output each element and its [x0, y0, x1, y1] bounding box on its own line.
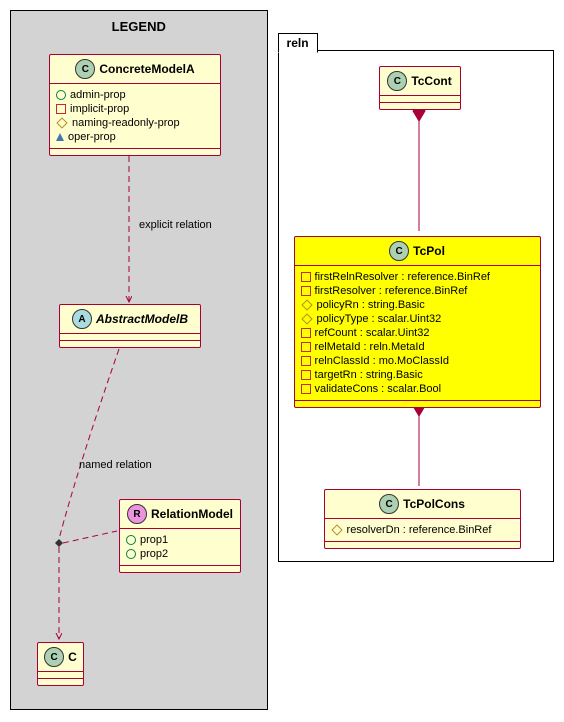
marker-square-icon	[301, 328, 311, 338]
marker-triangle-icon	[56, 133, 64, 141]
property-row: oper-prop	[56, 130, 214, 144]
property-text: implicit-prop	[70, 103, 129, 115]
property-text: oper-prop	[68, 131, 116, 143]
relation-label-named: named relation	[79, 459, 152, 471]
relation-label-explicit: explicit relation	[139, 219, 212, 231]
property-row: relnClassId : mo.MoClassId	[301, 354, 534, 368]
class-name: TcPolCons	[403, 497, 465, 511]
property-row: naming-readonly-prop	[56, 116, 214, 130]
abstract-icon: A	[72, 309, 92, 329]
property-text: relMetaId : reln.MetaId	[315, 341, 425, 353]
property-text: resolverDn : reference.BinRef	[347, 524, 492, 536]
class-tc-pol-cons: C TcPolCons resolverDn : reference.BinRe…	[324, 489, 521, 549]
property-row: policyType : scalar.Uint32	[301, 312, 534, 326]
marker-diamond-icon	[56, 117, 67, 128]
property-row: admin-prop	[56, 88, 214, 102]
marker-circle-icon	[126, 535, 136, 545]
class-name: AbstractModelB	[96, 312, 188, 326]
marker-square-icon	[301, 286, 311, 296]
class-icon: C	[44, 647, 64, 667]
marker-diamond-icon	[301, 299, 312, 310]
class-icon: C	[387, 71, 407, 91]
class-icon: C	[75, 59, 95, 79]
property-text: refCount : scalar.Uint32	[315, 327, 430, 339]
package-name: reln	[278, 33, 318, 53]
class-c: C C	[37, 642, 84, 686]
property-text: relnClassId : mo.MoClassId	[315, 355, 450, 367]
marker-circle-icon	[126, 549, 136, 559]
marker-square-icon	[301, 370, 311, 380]
legend-container: LEGEND	[10, 10, 268, 710]
class-tc-cont: C TcCont	[379, 66, 461, 110]
marker-square-icon	[301, 272, 311, 282]
marker-diamond-icon	[331, 524, 342, 535]
class-abstract-model-b: A AbstractModelB	[59, 304, 201, 348]
class-name: ConcreteModelA	[99, 62, 194, 76]
property-row: targetRn : string.Basic	[301, 368, 534, 382]
marker-square-icon	[301, 384, 311, 394]
marker-square-icon	[301, 356, 311, 366]
class-tc-pol: C TcPol firstRelnResolver : reference.Bi…	[294, 236, 541, 408]
property-row: prop2	[126, 547, 234, 561]
class-icon: C	[389, 241, 409, 261]
property-text: validateCons : scalar.Bool	[315, 383, 442, 395]
class-relation-model: R RelationModel prop1 prop2	[119, 499, 241, 573]
relation-icon: R	[127, 504, 147, 524]
property-text: firstRelnResolver : reference.BinRef	[315, 271, 490, 283]
class-name: TcCont	[411, 74, 451, 88]
legend-title: LEGEND	[19, 19, 259, 34]
class-name: RelationModel	[151, 507, 233, 521]
property-row: firstResolver : reference.BinRef	[301, 284, 534, 298]
class-name: TcPol	[413, 244, 445, 258]
property-row: implicit-prop	[56, 102, 214, 116]
class-icon: C	[379, 494, 399, 514]
property-text: policyType : scalar.Uint32	[317, 313, 442, 325]
property-text: naming-readonly-prop	[72, 117, 180, 129]
property-text: prop2	[140, 548, 168, 560]
marker-square-icon	[301, 342, 311, 352]
property-row: resolverDn : reference.BinRef	[331, 523, 514, 537]
property-text: targetRn : string.Basic	[315, 369, 423, 381]
property-row: prop1	[126, 533, 234, 547]
property-row: validateCons : scalar.Bool	[301, 382, 534, 396]
property-text: admin-prop	[70, 89, 126, 101]
class-concrete-model-a: C ConcreteModelA admin-prop implicit-prop…	[49, 54, 221, 156]
property-row: refCount : scalar.Uint32	[301, 326, 534, 340]
marker-square-icon	[56, 104, 66, 114]
marker-circle-icon	[56, 90, 66, 100]
property-text: prop1	[140, 534, 168, 546]
property-row: firstRelnResolver : reference.BinRef	[301, 270, 534, 284]
class-name: C	[68, 650, 77, 664]
package-reln: reln C TcCont C TcPol firstRelnResolver	[278, 50, 554, 562]
marker-diamond-icon	[301, 313, 312, 324]
property-row: policyRn : string.Basic	[301, 298, 534, 312]
property-row: relMetaId : reln.MetaId	[301, 340, 534, 354]
property-text: policyRn : string.Basic	[317, 299, 425, 311]
property-text: firstResolver : reference.BinRef	[315, 285, 468, 297]
